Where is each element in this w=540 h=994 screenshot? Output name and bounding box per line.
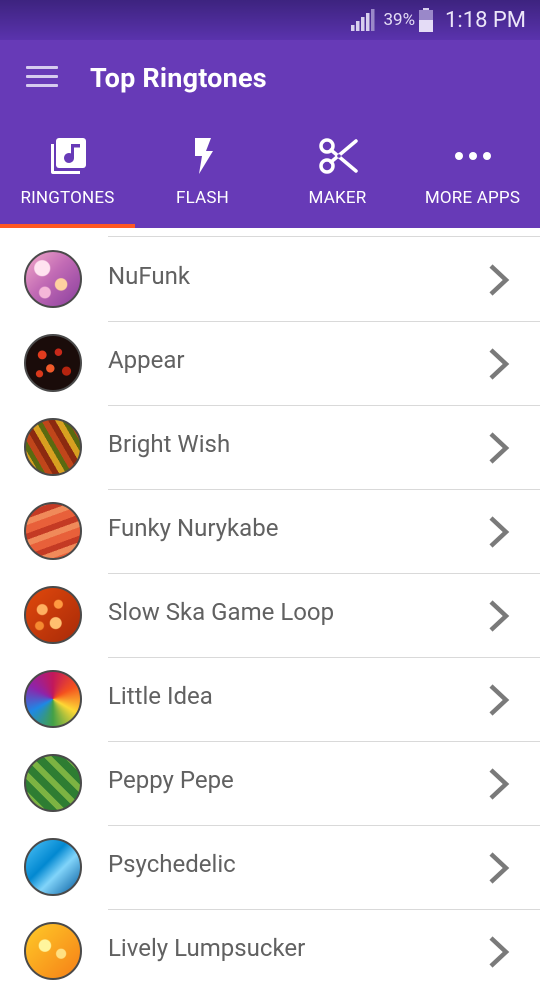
ringtone-thumbnail bbox=[24, 838, 82, 896]
chevron-right-icon bbox=[489, 600, 510, 632]
ringtone-thumbnail bbox=[24, 418, 82, 476]
tab-label: RINGTONES bbox=[20, 188, 115, 208]
status-bar: 39% 1:18 PM bbox=[0, 0, 540, 40]
selected-tab-indicator bbox=[0, 224, 135, 228]
tab-label: MAKER bbox=[308, 188, 367, 208]
list-item[interactable]: Little Idea bbox=[0, 658, 540, 742]
list-item[interactable]: Bright Wish bbox=[0, 406, 540, 490]
chevron-right-icon bbox=[489, 348, 510, 380]
ringtone-thumbnail bbox=[24, 502, 82, 560]
ringtone-thumbnail bbox=[24, 754, 82, 812]
clock: 1:18 PM bbox=[445, 7, 526, 33]
list-item[interactable]: Funky Nurykabe bbox=[0, 490, 540, 574]
ringtone-name: Slow Ska Game Loop bbox=[108, 598, 335, 626]
divider bbox=[108, 236, 540, 237]
battery-icon bbox=[419, 8, 434, 32]
ringtone-thumbnail bbox=[24, 670, 82, 728]
chevron-right-icon bbox=[489, 264, 510, 296]
tab-more-apps[interactable]: MORE APPS bbox=[405, 120, 540, 228]
list-item[interactable]: Appear bbox=[0, 322, 540, 406]
app-bar: Top Ringtones bbox=[0, 40, 540, 120]
chevron-right-icon bbox=[489, 936, 510, 968]
ringtone-name: Little Idea bbox=[108, 682, 213, 710]
ringtone-name: Funky Nurykabe bbox=[108, 514, 279, 542]
chevron-right-icon bbox=[489, 432, 510, 464]
ringtone-thumbnail bbox=[24, 250, 82, 308]
signal-icon bbox=[351, 9, 375, 31]
flash-icon bbox=[194, 138, 213, 174]
ringtone-name: Appear bbox=[108, 346, 185, 374]
ringtone-thumbnail bbox=[24, 334, 82, 392]
tab-ringtones[interactable]: RINGTONES bbox=[0, 120, 135, 228]
list-item[interactable]: NuFunk bbox=[0, 238, 540, 322]
ringtone-name: Bright Wish bbox=[108, 430, 231, 458]
page-title: Top Ringtones bbox=[90, 62, 267, 94]
tab-maker[interactable]: MAKER bbox=[270, 120, 405, 228]
scissors-icon bbox=[318, 138, 358, 174]
list-item[interactable]: Slow Ska Game Loop bbox=[0, 574, 540, 658]
chevron-right-icon bbox=[489, 768, 510, 800]
ringtone-thumbnail bbox=[24, 586, 82, 644]
list-item[interactable]: Lively Lumpsucker bbox=[0, 910, 540, 994]
chevron-right-icon bbox=[489, 684, 510, 716]
list-item[interactable]: Peppy Pepe bbox=[0, 742, 540, 826]
music-library-icon bbox=[50, 138, 86, 174]
tab-flash[interactable]: FLASH bbox=[135, 120, 270, 228]
tab-bar: RINGTONES FLASH MAKER MORE APPS bbox=[0, 120, 540, 228]
menu-icon[interactable] bbox=[26, 66, 58, 92]
tab-label: FLASH bbox=[175, 188, 230, 208]
ringtone-name: Lively Lumpsucker bbox=[108, 934, 306, 962]
list-item[interactable]: Psychedelic bbox=[0, 826, 540, 910]
tab-label: MORE APPS bbox=[424, 188, 521, 208]
chevron-right-icon bbox=[489, 516, 510, 548]
ringtone-name: Peppy Pepe bbox=[108, 766, 234, 794]
ringtone-thumbnail bbox=[24, 922, 82, 980]
battery-percent: 39% bbox=[383, 10, 416, 30]
ringtone-name: NuFunk bbox=[108, 262, 191, 290]
chevron-right-icon bbox=[489, 852, 510, 884]
ringtone-name: Psychedelic bbox=[108, 850, 236, 878]
more-dots-icon bbox=[454, 152, 491, 160]
